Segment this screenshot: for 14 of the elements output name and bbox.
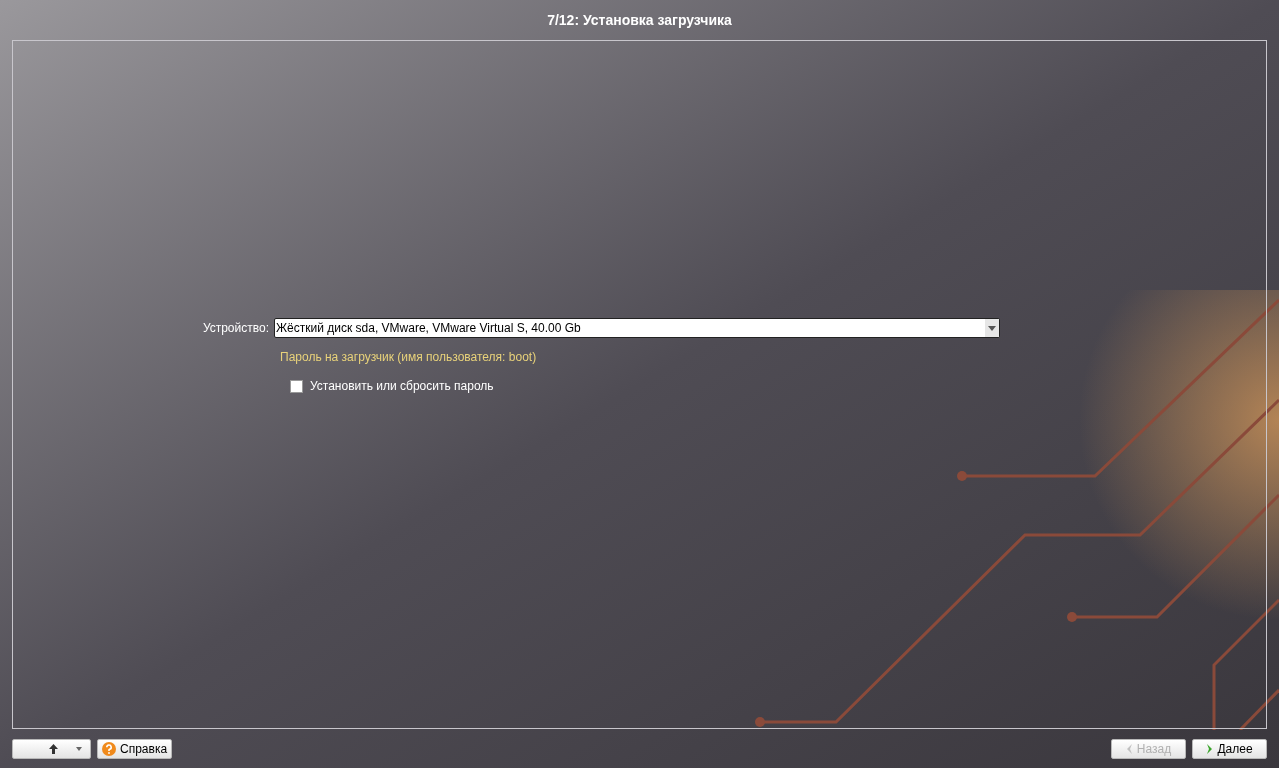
up-arrow-icon xyxy=(49,744,58,754)
left-chevron-icon xyxy=(1125,744,1133,754)
history-button[interactable] xyxy=(12,739,91,759)
password-checkbox[interactable] xyxy=(290,379,303,393)
window-title: 7/12: Установка загрузчика xyxy=(547,10,732,30)
device-dropdown[interactable]: Жёсткий диск sda, VMware, VMware Virtual S, 40.00 Gb xyxy=(274,318,1000,338)
right-chevron-icon xyxy=(1206,744,1214,754)
help-button[interactable]: Справка xyxy=(97,739,173,759)
password-hint: Пароль на загрузчик (имя пользователя: boot) xyxy=(280,350,537,364)
question-icon xyxy=(102,742,116,756)
next-button[interactable]: Далее xyxy=(1192,739,1267,759)
password-checkbox-label: Установить или сбросить пароль xyxy=(310,378,494,395)
caret-icon xyxy=(76,747,82,751)
device-label: Устройство: xyxy=(202,320,269,337)
